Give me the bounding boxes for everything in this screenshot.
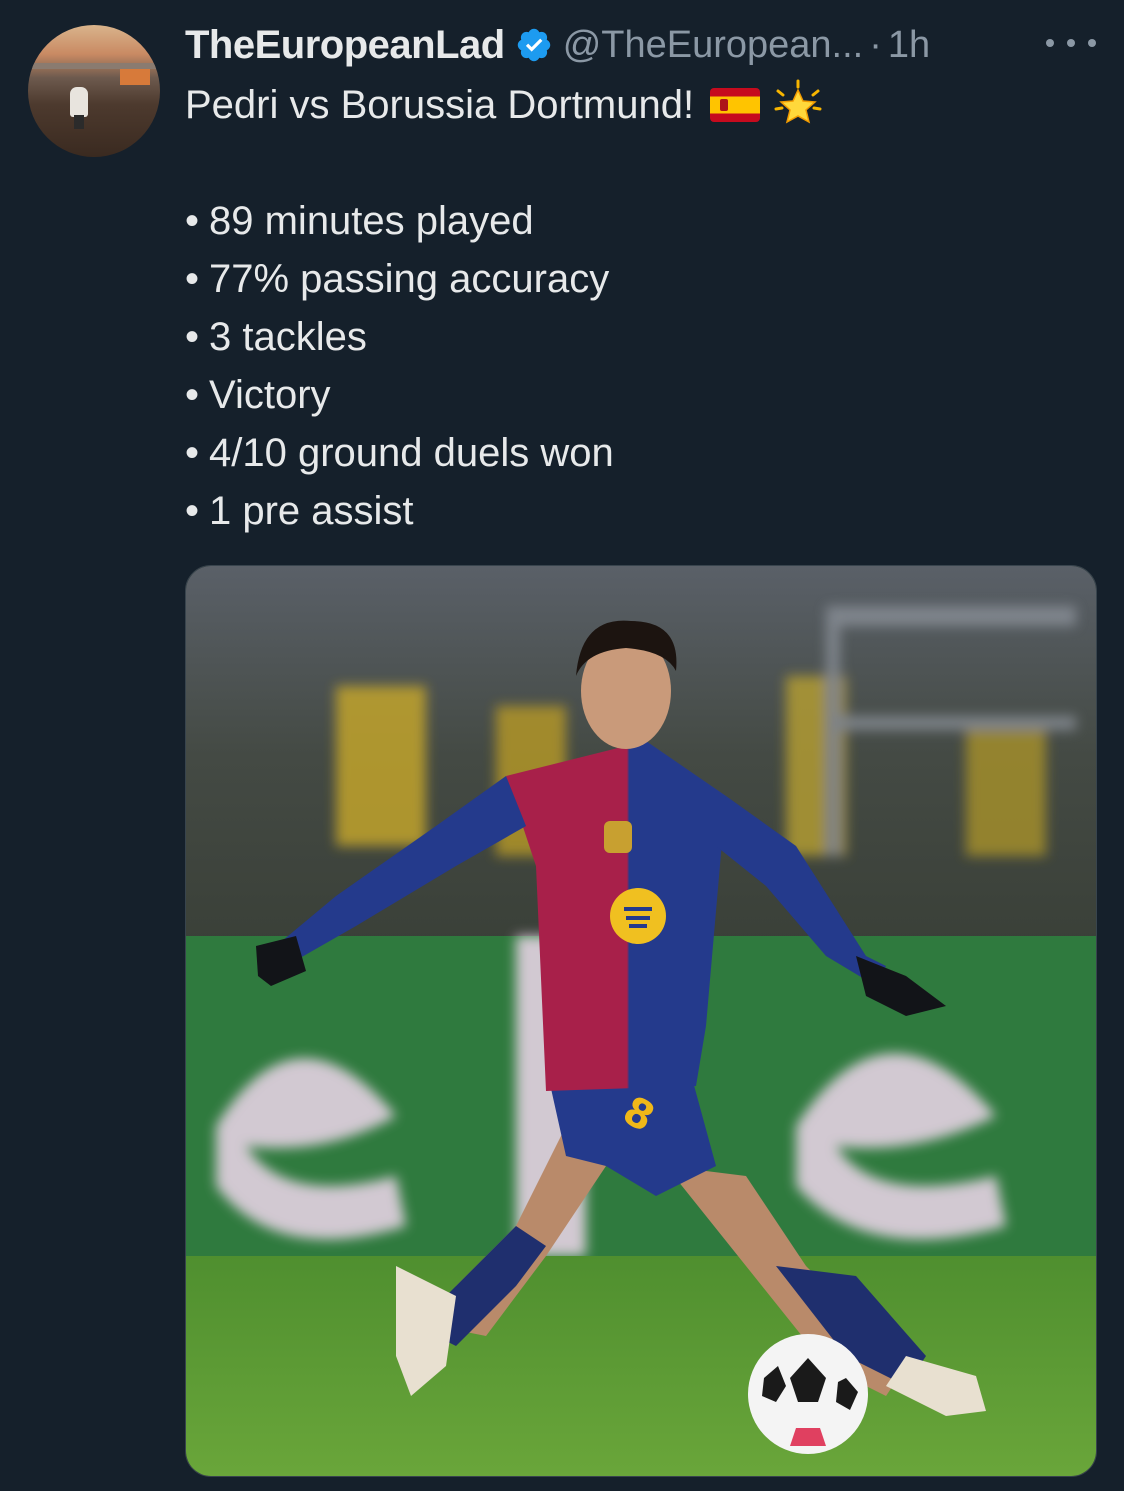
tweet-header: TheEuropeanLad @TheEuropean... · 1h [185, 18, 930, 72]
stat-text: 1 pre assist [209, 489, 414, 533]
display-name[interactable]: TheEuropeanLad [185, 23, 505, 68]
list-item: • 3 tackles [185, 308, 1085, 366]
bullet: • [185, 489, 200, 533]
bullet: • [185, 373, 200, 417]
timestamp[interactable]: 1h [888, 24, 930, 67]
tweet-photo[interactable]: 8 [185, 565, 1097, 1477]
stat-text: 77% passing accuracy [209, 257, 610, 301]
bullet: • [185, 199, 200, 243]
stat-text: 3 tackles [209, 315, 367, 359]
avatar[interactable] [28, 25, 160, 157]
bullet: • [185, 257, 200, 301]
list-item: • Victory [185, 366, 1085, 424]
photo-illustration: 8 [186, 566, 1096, 1476]
bullet: • [185, 431, 200, 475]
stat-text: Victory [209, 373, 331, 417]
more-options-icon[interactable] [1046, 28, 1096, 58]
list-item: • 4/10 ground duels won [185, 424, 1085, 482]
stat-text: 89 minutes played [209, 199, 534, 243]
tweet-headline: Pedri vs Borussia Dortmund! [185, 83, 695, 127]
avatar-sign [120, 69, 150, 85]
glowing-star-icon [772, 79, 824, 131]
spain-flag-icon [710, 88, 761, 122]
list-item: • 89 minutes played [185, 192, 1085, 250]
author-handle[interactable]: @TheEuropean... [563, 24, 864, 67]
list-item: • 1 pre assist [185, 482, 1085, 540]
verified-badge-icon [515, 26, 553, 64]
stats-list: • 89 minutes played • 77% passing accuracy… [185, 192, 1085, 540]
stat-text: 4/10 ground duels won [209, 431, 614, 475]
tweet-text: Pedri vs Borussia Dortmund! • 89 minutes … [185, 76, 1085, 540]
avatar-person-legs [74, 115, 84, 129]
more-dot [1088, 39, 1096, 47]
bullet: • [185, 315, 200, 359]
more-dot [1046, 39, 1054, 47]
tweet[interactable]: TheEuropeanLad @TheEuropean... · 1h Pedr… [0, 0, 1124, 1491]
header-separator: · [869, 23, 882, 66]
more-dot [1067, 39, 1075, 47]
list-item: • 77% passing accuracy [185, 250, 1085, 308]
avatar-person [70, 87, 88, 117]
tweet-headline-row: Pedri vs Borussia Dortmund! [185, 76, 1085, 134]
